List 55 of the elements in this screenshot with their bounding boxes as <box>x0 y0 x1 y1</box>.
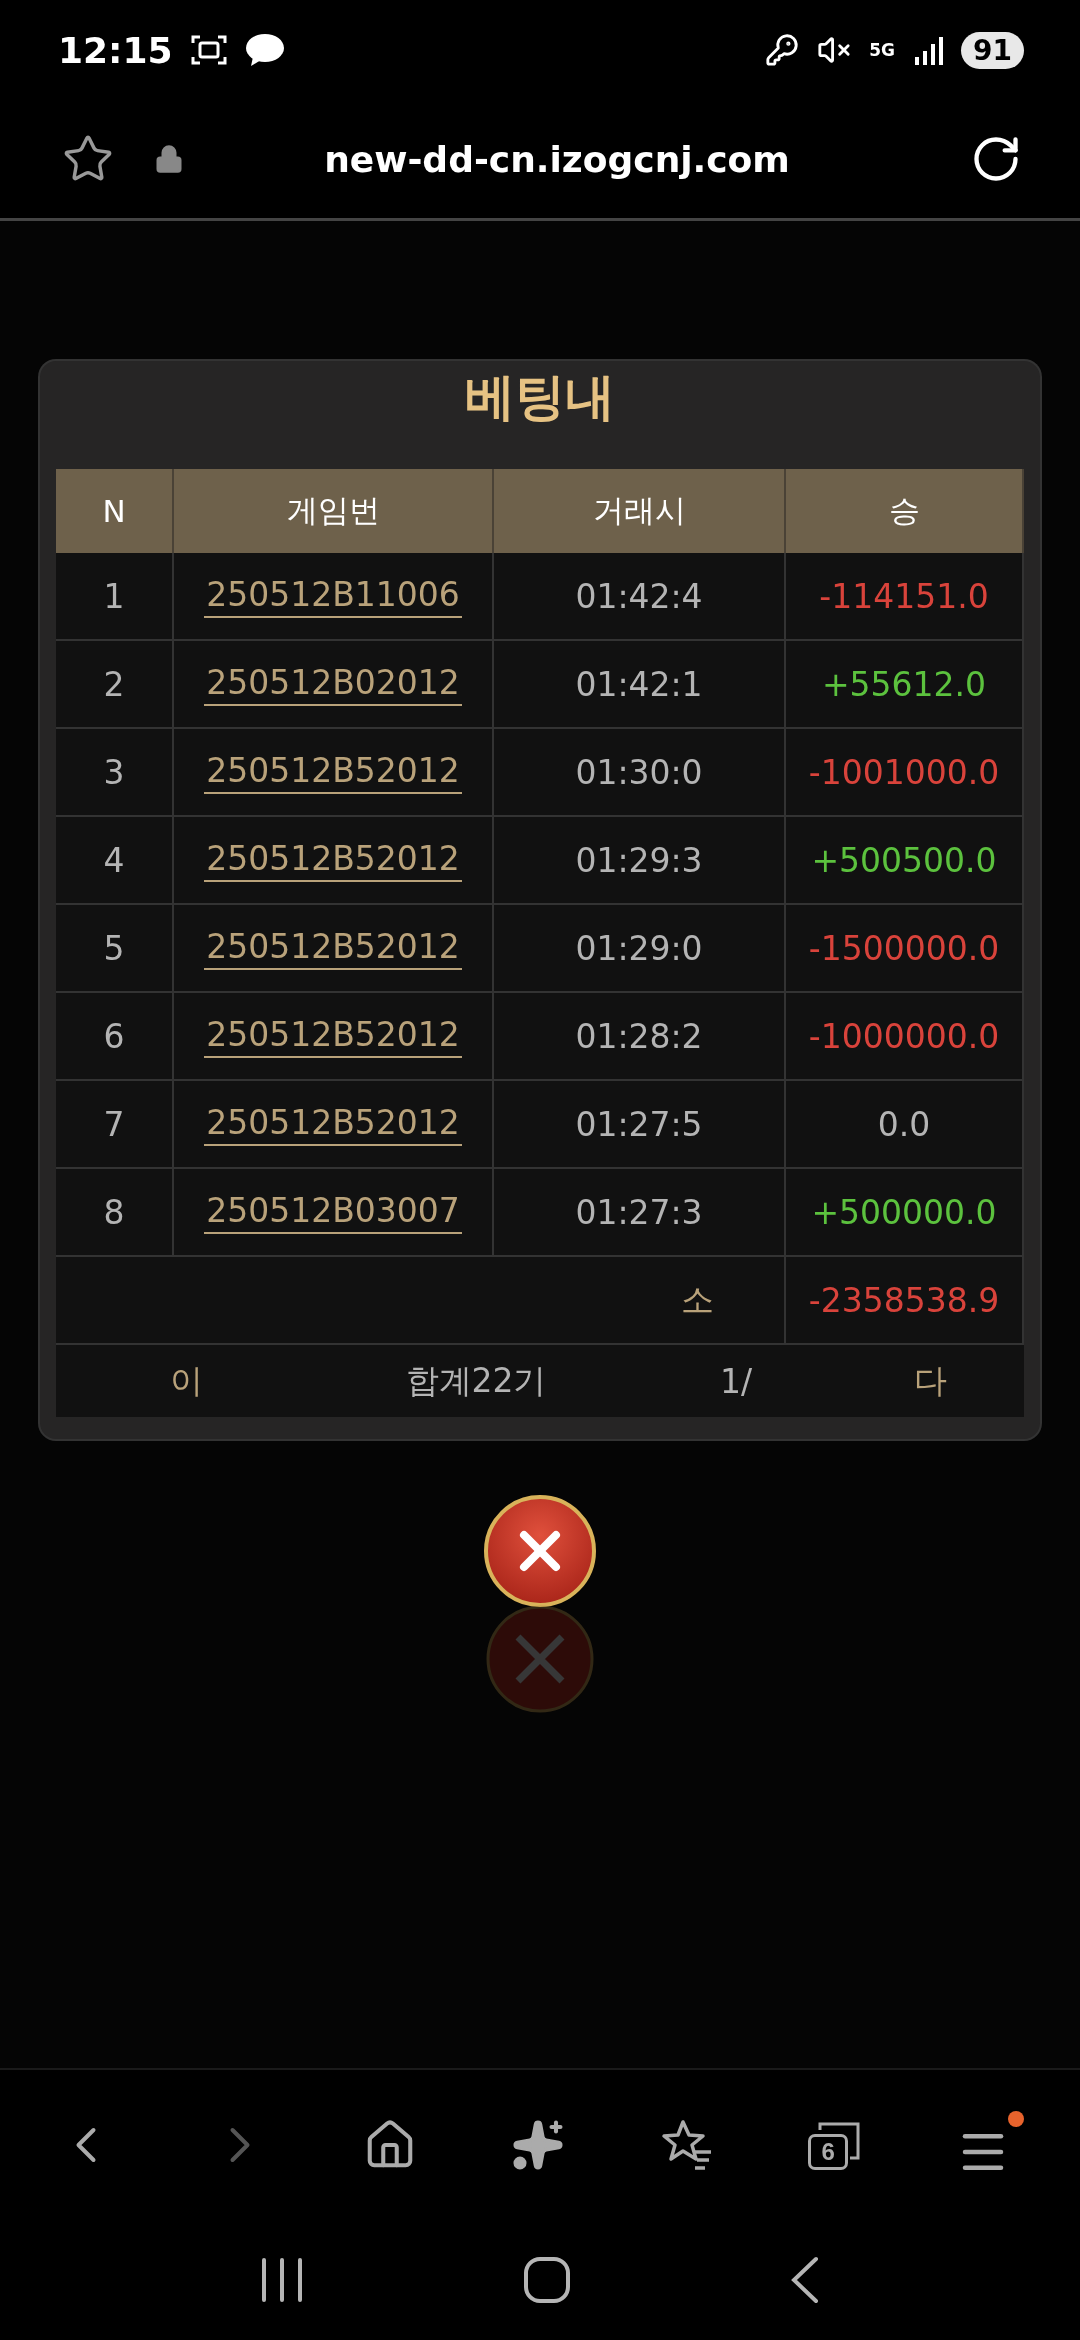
amount-text: +500500.0 <box>811 840 997 880</box>
column-header: 게임번 <box>174 469 494 553</box>
chat-bubble-icon <box>244 33 285 67</box>
game-number-link[interactable]: 250512B03007 <box>204 1190 462 1234</box>
amount-text: -114151.0 <box>819 576 989 616</box>
column-header: 거래시 <box>494 469 786 553</box>
column-header: 승 <box>786 469 1024 553</box>
battery-level: 91 <box>961 31 1024 69</box>
page-indicator: 1/ <box>718 1361 754 1401</box>
table-cell: 1 <box>56 553 174 641</box>
amount-text: +500000.0 <box>811 1192 997 1232</box>
table-cell: 01:27:5 <box>494 1081 786 1169</box>
amount-text: 0.0 <box>877 1104 931 1144</box>
table-cell: 3 <box>56 729 174 817</box>
back-gesture-icon[interactable] <box>790 2256 821 2304</box>
table-cell: 6 <box>56 993 174 1081</box>
lock-icon <box>154 144 184 174</box>
game-number-link[interactable]: 250512B52012 <box>204 926 462 970</box>
table-cell: 01:42:1 <box>494 641 786 729</box>
game-number-link[interactable]: 250512B52012 <box>204 1102 462 1146</box>
clock-time: 12:15 <box>58 29 173 71</box>
amount-text: -1000000.0 <box>808 1016 1000 1056</box>
amount-text: -1001000.0 <box>808 752 1000 792</box>
table-cell: 7 <box>56 1081 174 1169</box>
table-cell: 8 <box>56 1169 174 1257</box>
recent-apps-icon[interactable] <box>259 2257 304 2303</box>
table-cell: 5 <box>56 905 174 993</box>
table-cell: 01:30:0 <box>494 729 786 817</box>
key-icon <box>765 33 800 67</box>
amount-text: -1500000.0 <box>808 928 1000 968</box>
total-records: 합계22기 <box>404 1359 548 1402</box>
signal-icon <box>913 35 944 65</box>
amount-text: +55612.0 <box>821 664 987 704</box>
game-number-link[interactable]: 250512B52012 <box>204 838 462 882</box>
game-number-link[interactable]: 250512B02012 <box>204 662 462 706</box>
game-number-link[interactable]: 250512B52012 <box>204 1014 462 1058</box>
network-type: 5G <box>869 41 896 59</box>
table-cell: 01:42:4 <box>494 553 786 641</box>
table-cell: 01:28:2 <box>494 993 786 1081</box>
screenshot-icon <box>190 34 227 66</box>
table-cell: 2 <box>56 641 174 729</box>
game-number-link[interactable]: 250512B11006 <box>204 574 462 618</box>
game-number-link[interactable]: 250512B52012 <box>204 750 462 794</box>
next-button[interactable]: 다 <box>836 1357 1024 1405</box>
table-cell: 01:27:3 <box>494 1169 786 1257</box>
table-cell: 01:29:0 <box>494 905 786 993</box>
dialog-title: 베팅내 <box>465 367 615 428</box>
table-cell: 4 <box>56 817 174 905</box>
subtotal-label: 소 <box>681 1278 714 1321</box>
table-cell: 01:29:3 <box>494 817 786 905</box>
previous-button[interactable]: 이 <box>56 1357 316 1405</box>
home-gesture-icon[interactable] <box>523 2256 571 2304</box>
address-url[interactable]: new-dd-cn.izogcnj.com <box>224 138 930 180</box>
close-reflection-icon <box>484 1603 596 1715</box>
column-header: N <box>56 469 174 553</box>
